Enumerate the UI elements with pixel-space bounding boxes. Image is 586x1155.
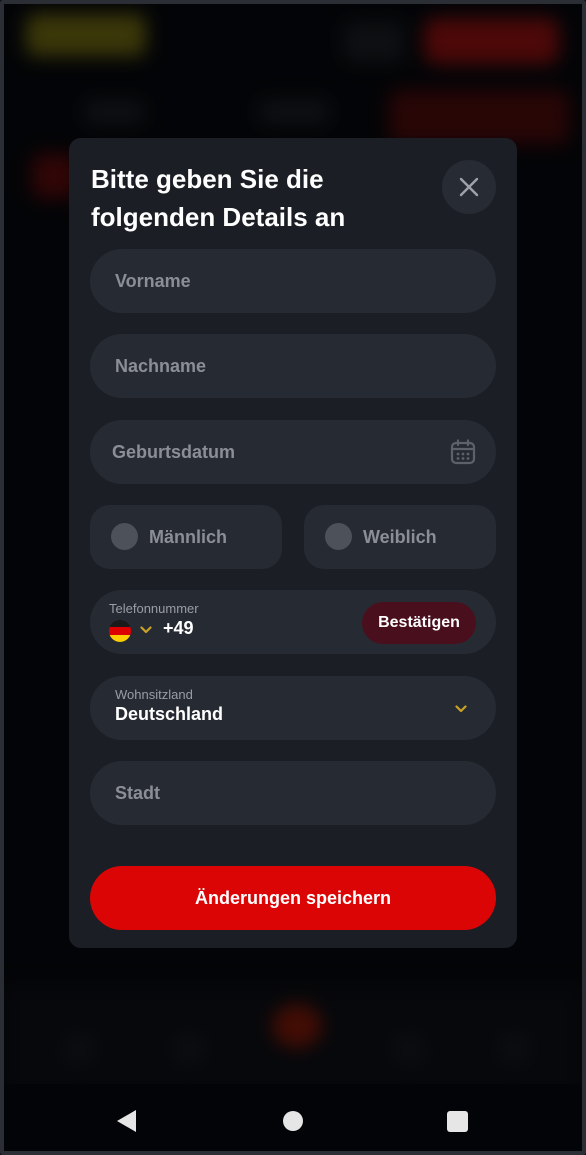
gender-female-option[interactable]: Weiblich	[304, 505, 496, 569]
close-icon	[459, 177, 479, 197]
save-changes-button[interactable]: Änderungen speichern	[90, 866, 496, 930]
city-input[interactable]	[90, 761, 496, 825]
radio-circle[interactable]	[325, 523, 352, 550]
gender-male-label: Männlich	[149, 527, 228, 547]
gender-female-label: Weiblich	[363, 527, 437, 547]
modal-title: Bitte geben Sie die folgenden Details an	[91, 164, 346, 232]
calendar-icon[interactable]	[450, 439, 476, 465]
last-name-input[interactable]	[90, 334, 496, 398]
nav-recents-icon[interactable]	[447, 1111, 468, 1132]
gender-male-option[interactable]: Männlich	[90, 505, 282, 569]
country-select[interactable]: Wohnsitzland Deutschland	[90, 676, 496, 740]
phone-field[interactable]: Telefonnummer +49 Bestätigen	[90, 590, 496, 654]
radio-circle[interactable]	[111, 523, 138, 550]
device-frame: Bitte geben Sie die folgenden Details an	[0, 0, 586, 1155]
birthdate-input[interactable]	[90, 420, 496, 484]
nav-back-icon[interactable]	[117, 1110, 136, 1132]
confirm-phone-button[interactable]: Bestätigen	[362, 602, 476, 644]
city-field[interactable]	[90, 761, 496, 825]
phone-country-code: +49	[163, 618, 194, 638]
last-name-field[interactable]	[90, 334, 496, 398]
phone-label: Telefonnummer	[109, 601, 199, 616]
germany-flag-icon[interactable]	[109, 620, 131, 642]
nav-home-icon[interactable]	[283, 1111, 303, 1131]
close-button[interactable]	[442, 160, 496, 214]
chevron-down-icon[interactable]	[140, 626, 152, 634]
birthdate-field[interactable]	[90, 420, 496, 484]
residence-label: Wohnsitzland	[115, 687, 193, 702]
first-name-field[interactable]	[90, 249, 496, 313]
first-name-input[interactable]	[90, 249, 496, 313]
chevron-down-icon[interactable]	[455, 705, 467, 713]
residence-value: Deutschland	[115, 704, 224, 724]
details-modal: Bitte geben Sie die folgenden Details an	[69, 138, 517, 948]
